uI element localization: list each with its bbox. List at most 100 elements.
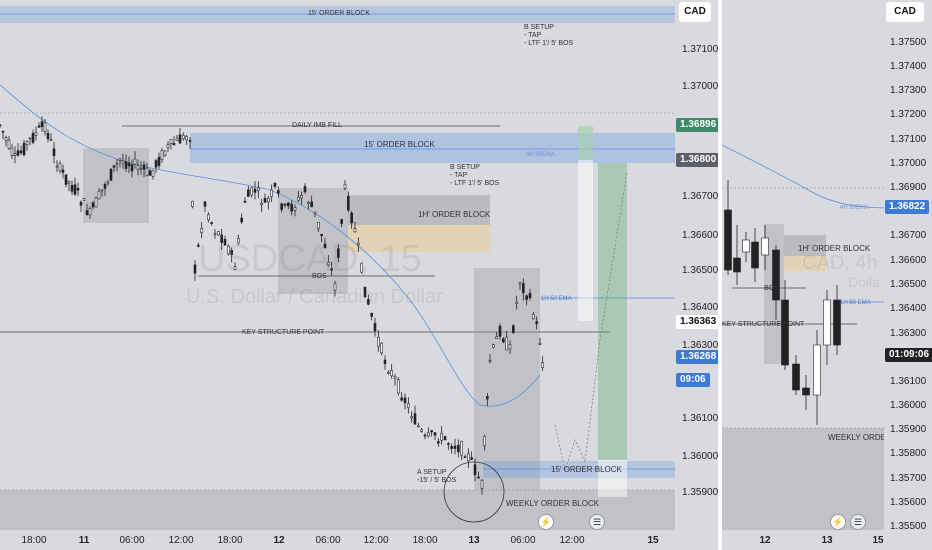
candle-body	[541, 362, 544, 368]
candle-body	[82, 198, 86, 201]
price-label: 1.36363	[676, 315, 718, 329]
a-setup-label: A SETUP -15' / 5' BOS	[417, 469, 457, 484]
b-setup-label-2: B SETUP - TAP - LTF 1'/ 5' BOS	[450, 164, 500, 187]
candle-body	[210, 222, 213, 224]
candle-body	[100, 189, 104, 192]
candle-body	[437, 441, 440, 444]
candle-body	[16, 150, 20, 156]
y-tick-4h: 1.36000	[890, 400, 927, 411]
x-tick: 12:00	[559, 535, 585, 546]
candle-body	[347, 196, 350, 211]
x-tick: 06:00	[510, 535, 536, 546]
candle-body	[498, 325, 502, 337]
y-tick-4h: 1.35600	[890, 497, 927, 508]
candle-body	[473, 464, 477, 476]
candle-body	[188, 140, 192, 142]
candle-body	[423, 434, 427, 437]
candle-body	[240, 217, 243, 223]
candle-body	[52, 148, 56, 157]
candle-body	[169, 139, 173, 144]
chart-pane-15m[interactable]: USDCAD, 15 U.S. Dollar / Canadian Dollar…	[0, 0, 718, 550]
bos-label: BOS	[312, 273, 327, 280]
candle-body	[73, 184, 77, 195]
y-tick-4h: 1.36100	[890, 376, 927, 387]
candle-body	[761, 237, 769, 256]
candle-body	[307, 202, 310, 204]
currency-badge-4h[interactable]: CAD	[886, 2, 924, 22]
candle-body	[182, 134, 185, 140]
weekly-order-block-zone	[0, 490, 675, 530]
us-flag-icon[interactable]: ☰	[589, 514, 605, 530]
candle-body	[127, 162, 131, 167]
candle-body	[166, 144, 170, 149]
price-label-4h: 1.36822	[885, 200, 930, 214]
candle-body	[61, 169, 65, 173]
candle-body	[410, 416, 413, 419]
candle-body	[528, 293, 532, 299]
candle-body	[400, 397, 403, 401]
candle-body	[213, 233, 217, 235]
candle-body	[320, 233, 323, 236]
candle-body	[172, 143, 176, 146]
candle-body	[440, 433, 443, 441]
candle-body	[370, 312, 373, 317]
x-tick: 11	[78, 535, 90, 546]
candle-body	[37, 125, 41, 128]
candle-body	[191, 200, 194, 208]
price-label: 1.36896	[676, 118, 718, 132]
candle-body	[121, 160, 125, 164]
candle-body	[175, 137, 179, 141]
y-tick-4h: 1.36600	[890, 255, 927, 266]
candle-body	[4, 137, 8, 141]
y-tick-4h: 1.37100	[890, 134, 927, 145]
candle-body	[488, 359, 492, 362]
candle-body	[260, 203, 263, 206]
time-axis-4h[interactable]: 12 13 15	[722, 530, 884, 550]
h1-ob-label-4h: 1H' ORDER BLOCK	[798, 244, 871, 253]
candle-body	[317, 222, 320, 229]
candle-body	[310, 201, 313, 207]
candle-body	[453, 445, 457, 449]
candle-body	[253, 188, 257, 193]
price-axis-4h[interactable]: CAD 1.37500 1.37400 1.37300 1.37200 1.37100 1…	[884, 0, 932, 550]
candle-body	[477, 476, 480, 479]
candle-body	[532, 314, 535, 319]
time-axis-15m[interactable]: 18:00 11 06:00 12:00 18:00 12 06:00 12:00 18:00 1…	[0, 530, 675, 550]
candle-body	[742, 239, 750, 253]
candle-body	[823, 299, 831, 346]
candle-body	[91, 202, 95, 208]
daily-imb-label: DAILY IMB FILL	[292, 122, 342, 129]
us-flag-icon-4h[interactable]: ☰	[850, 514, 866, 530]
y-tick-4h: 1.36400	[890, 303, 927, 314]
candle-body	[313, 211, 317, 214]
candle-body	[287, 202, 290, 207]
candle-body	[457, 444, 460, 453]
candle-body	[145, 167, 149, 176]
candle-body	[178, 134, 182, 144]
candle-body	[55, 165, 59, 168]
price-axis-15m[interactable]: CAD 1.37100 1.37000 1.36700 1.36600 1.36500 1…	[675, 0, 718, 550]
candle-body	[0, 124, 2, 127]
candle-body	[792, 363, 800, 391]
y-tick-4h: 1.36900	[890, 182, 927, 193]
candle-body	[130, 164, 134, 172]
h4-50-label-4h: 4H 50EMA	[840, 205, 870, 211]
candle-body	[85, 210, 89, 215]
x-tick-4h: 13	[821, 535, 833, 546]
x-tick: 12:00	[168, 535, 194, 546]
candle-body	[340, 219, 343, 224]
candle-body	[407, 403, 410, 408]
y-tick-4h: 1.37500	[890, 37, 927, 48]
y-tick: 1.36500	[682, 265, 718, 276]
candle-body	[43, 122, 47, 132]
chart-pane-4h[interactable]: CAD, 4h Dolla 4H 50EMA 1H' ORDER BLOCK B…	[722, 0, 932, 550]
candle-body	[460, 441, 463, 456]
lightning-icon[interactable]: ⚡	[538, 514, 554, 530]
candle-body	[522, 283, 525, 293]
candle-body	[243, 200, 247, 203]
currency-badge[interactable]: CAD	[679, 2, 711, 22]
x-tick: 06:00	[119, 535, 145, 546]
lightning-icon-4h[interactable]: ⚡	[830, 514, 846, 530]
candle-body	[350, 212, 353, 224]
candle-body	[486, 396, 489, 400]
